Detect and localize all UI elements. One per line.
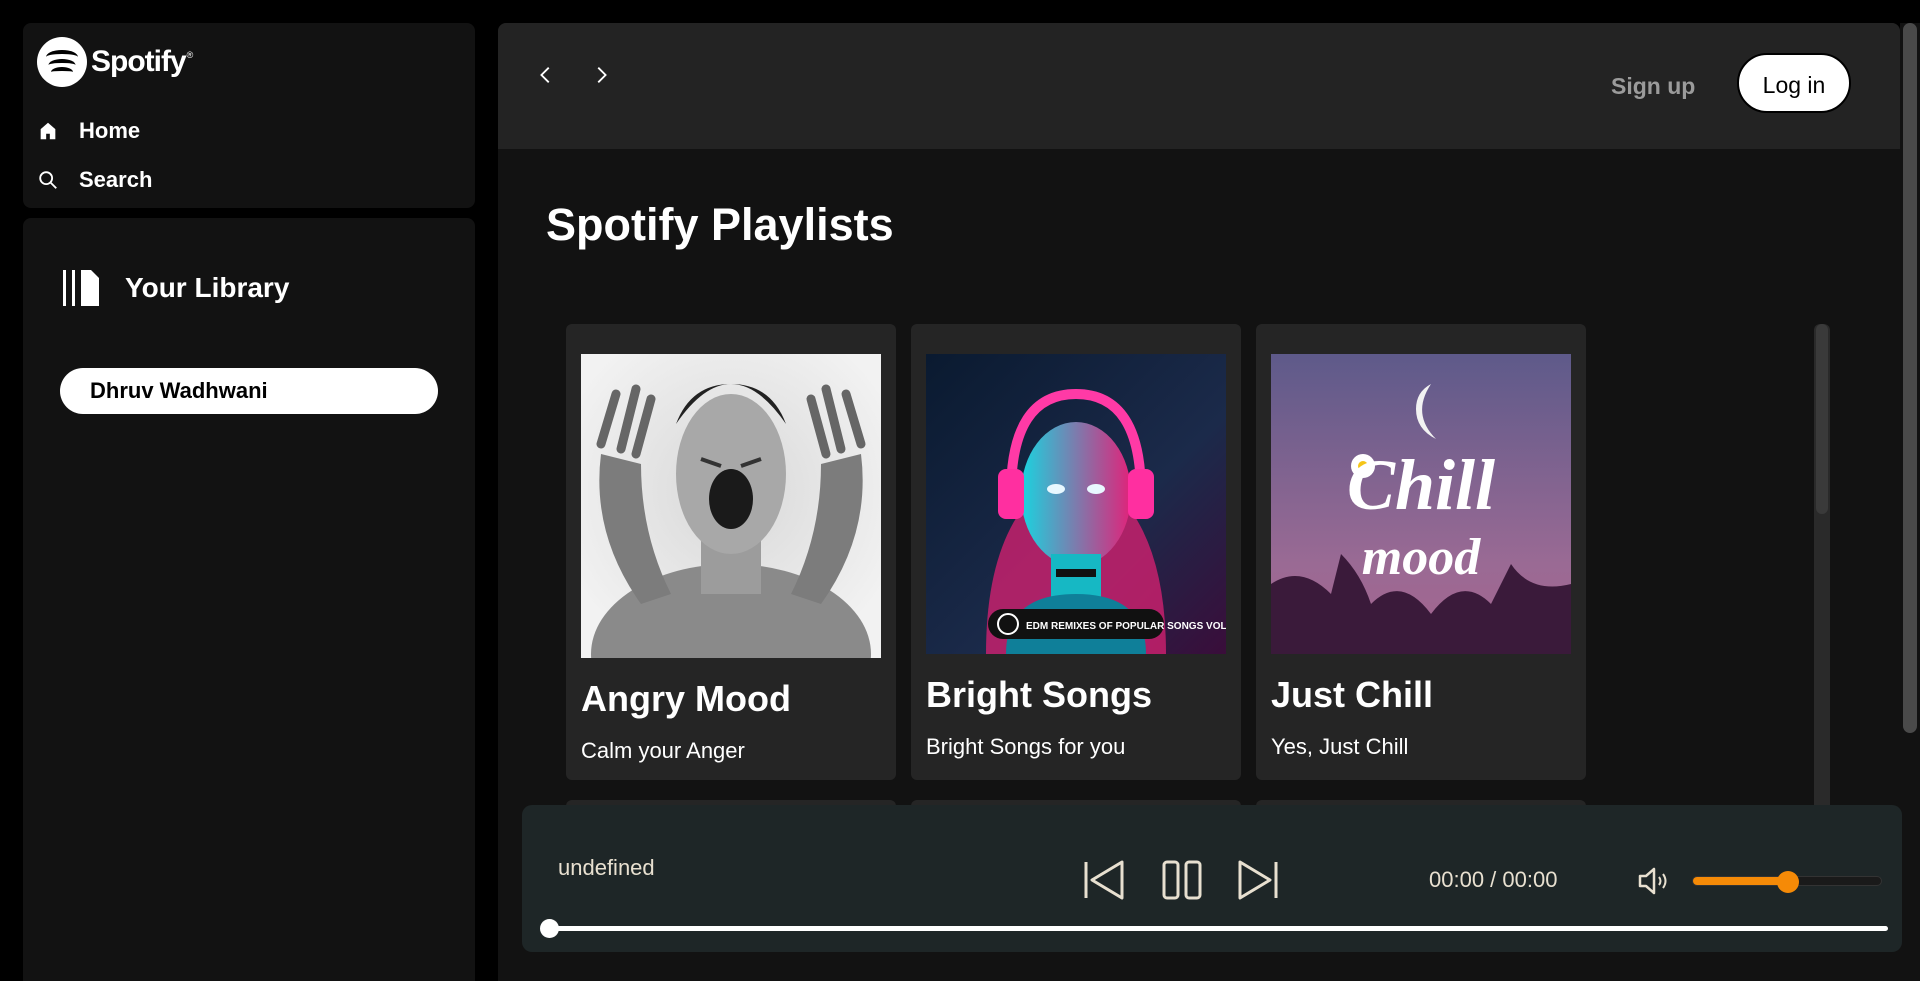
playlist-description: Calm your Anger <box>581 738 745 763</box>
library-header[interactable]: Your Library <box>61 268 289 308</box>
spotify-wordmark: Spotify <box>91 45 187 78</box>
music-player-bar: undefined 00:00 / 00:00 <box>522 805 1902 952</box>
sidebar-nav-panel: Spotify ® Home Search <box>23 23 475 208</box>
library-icon <box>63 270 99 306</box>
playlist-title: Angry Mood <box>581 678 791 719</box>
playlist-cover-image: Chill mood <box>1271 354 1571 654</box>
seek-bar-handle[interactable] <box>540 919 559 938</box>
playlist-card-angry-mood[interactable]: Angry Mood Calm your Anger <box>566 324 896 780</box>
playlist-title: Just Chill <box>1271 674 1434 715</box>
chevron-right-icon <box>597 67 607 83</box>
pause-icon[interactable] <box>1160 858 1204 902</box>
next-track-icon[interactable] <box>1236 858 1280 902</box>
playlist-cover-image <box>581 354 881 658</box>
nav-home[interactable]: Home <box>37 118 140 144</box>
library-panel: Your Library Dhruv Wadhwani <box>23 218 475 981</box>
library-title: Your Library <box>125 272 290 303</box>
volume-slider-handle[interactable] <box>1777 871 1799 893</box>
volume-slider[interactable] <box>1692 871 1882 893</box>
user-playlist-pill[interactable]: Dhruv Wadhwani <box>60 368 438 414</box>
playlist-description: Bright Songs for you <box>926 734 1126 759</box>
back-button[interactable] <box>528 57 564 93</box>
previous-track-icon[interactable] <box>1082 858 1126 902</box>
nav-search-label: Search <box>79 167 153 192</box>
chevron-left-icon <box>540 67 550 83</box>
current-song-name: undefined <box>558 855 655 880</box>
playlist-grid: Angry Mood Calm your Anger EDM REMIXES O… <box>566 324 1816 830</box>
home-icon <box>40 122 56 140</box>
signup-button[interactable]: Sign up <box>1611 73 1695 100</box>
page-scrollbar[interactable] <box>1900 23 1920 981</box>
search-icon <box>39 171 57 189</box>
volume-slider-fill <box>1693 877 1788 885</box>
svg-text:mood: mood <box>1362 529 1481 586</box>
cards-scrollbar-thumb[interactable] <box>1816 324 1828 514</box>
playlist-description: Yes, Just Chill <box>1271 734 1409 759</box>
playlist-card-bright-songs[interactable]: EDM REMIXES OF POPULAR SONGS VOL. #3 Bri… <box>911 324 1241 780</box>
seek-bar[interactable] <box>540 919 1888 938</box>
playlist-title: Bright Songs <box>926 674 1152 715</box>
playlist-card-just-chill[interactable]: Chill mood Just Chill Yes, Just Chill <box>1256 324 1586 780</box>
spotify-logo[interactable]: Spotify ® <box>37 37 193 87</box>
chill-art-text: Chill <box>1347 445 1495 525</box>
playlist-cover-image: EDM REMIXES OF POPULAR SONGS VOL. #3 <box>926 354 1226 654</box>
nav-home-label: Home <box>79 118 141 143</box>
playback-time: 00:00 / 00:00 <box>1429 867 1558 892</box>
volume-icon[interactable] <box>1636 863 1672 899</box>
login-button[interactable]: Log in <box>1737 53 1851 113</box>
page-title: Spotify Playlists <box>546 199 894 250</box>
page-scrollbar-thumb[interactable] <box>1903 23 1917 733</box>
top-header: Sign up Log in <box>498 23 1900 149</box>
nav-search[interactable]: Search <box>37 167 152 193</box>
forward-button[interactable] <box>583 57 619 93</box>
cards-scrollbar[interactable] <box>1814 324 1830 824</box>
album-badge-text: EDM REMIXES OF POPULAR SONGS VOL. #3 <box>1026 621 1226 632</box>
spotify-logo-icon <box>37 37 87 87</box>
